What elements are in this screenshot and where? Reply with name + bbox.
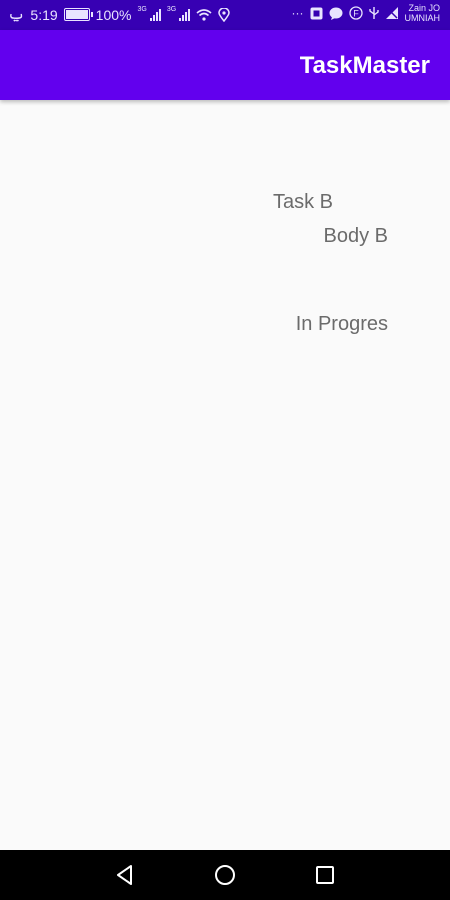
- carrier-info: Zain JO UMNIAH: [405, 3, 441, 23]
- task-body: Body B: [323, 225, 388, 247]
- usb-icon: [368, 7, 379, 19]
- battery-percent: 100%: [95, 6, 132, 23]
- carrier-line-2: UMNIAH: [404, 13, 441, 23]
- network-type-1: 3G: [137, 6, 147, 13]
- back-icon[interactable]: [112, 862, 138, 888]
- task-detail: Task B Body B In Progres: [0, 100, 450, 850]
- more-icon: ···: [291, 6, 304, 20]
- task-state: In Progres: [295, 313, 388, 335]
- status-left: ݐ 5:19 100% 3G 3G: [8, 6, 230, 23]
- chat-icon: [329, 7, 342, 20]
- signal-icon: [149, 8, 161, 21]
- task-title: Task B: [273, 191, 334, 213]
- svg-text:F: F: [353, 9, 359, 19]
- status-time: 5:19: [30, 6, 58, 23]
- app-bar: TaskMaster: [0, 30, 450, 100]
- status-bar: ݐ 5:19 100% 3G 3G ··· F Zain JO UMNIAH: [0, 0, 450, 30]
- no-sim-icon: [385, 7, 398, 19]
- status-right: ··· F Zain JO UMNIAH: [292, 3, 441, 23]
- signal-icon-2: [179, 8, 191, 21]
- battery-icon: [63, 8, 93, 21]
- location-icon: [218, 7, 230, 22]
- navigation-bar: [0, 850, 450, 900]
- app-title: TaskMaster: [299, 52, 430, 79]
- wifi-icon: [196, 8, 212, 21]
- app-icon: [310, 7, 322, 19]
- recent-apps-icon[interactable]: [312, 862, 338, 888]
- network-type-2: 3G: [166, 6, 177, 13]
- locale-indicator: ݐ: [8, 6, 25, 22]
- home-icon[interactable]: [212, 862, 238, 888]
- carrier-line-1: Zain JO: [408, 3, 440, 13]
- f-icon: F: [348, 6, 363, 20]
